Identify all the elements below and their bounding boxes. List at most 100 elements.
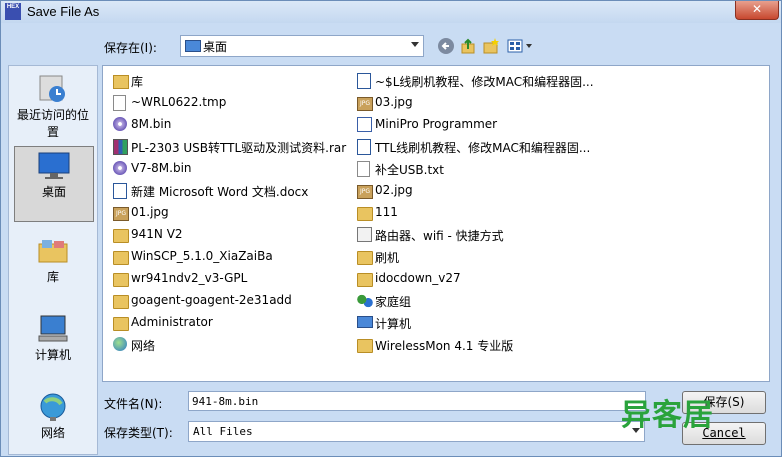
file-item[interactable]: idocdown_v27 — [357, 269, 602, 289]
library-folder-icon — [113, 75, 129, 89]
file-name: ~WRL0622.tmp — [131, 95, 227, 109]
file-item[interactable]: 新建 Microsoft Word 文档.docx — [113, 181, 358, 201]
title-bar[interactable]: HEX Save File As ✕ — [1, 1, 781, 23]
new-folder-button[interactable] — [482, 37, 500, 55]
filename-input[interactable] — [188, 391, 646, 411]
file-item[interactable]: WirelessMon 4.1 专业版 — [357, 335, 602, 355]
file-item[interactable]: 家庭组 — [357, 291, 602, 311]
jpg-icon: JPG — [357, 97, 373, 111]
file-name: TTL线刷机教程、修改MAC和编程器固... — [375, 141, 591, 155]
desktop-icon — [36, 151, 72, 181]
file-name: 网络 — [131, 339, 156, 353]
doc-icon — [357, 161, 370, 177]
file-item[interactable]: WinSCP_5.1.0_XiaZaiBa — [113, 247, 358, 267]
file-item[interactable]: PL-2303 USB转TTL驱动及测试资料.rar — [113, 137, 358, 157]
file-name: 补全USB.txt — [375, 163, 444, 177]
file-item[interactable]: ~$L线刷机教程、修改MAC和编程器固... — [357, 71, 602, 91]
place-libraries[interactable]: 库 — [14, 232, 92, 285]
file-item[interactable]: JPG 02.jpg — [357, 181, 602, 201]
disc-icon — [113, 117, 127, 131]
file-item[interactable]: JPG 03.jpg — [357, 93, 602, 113]
file-name: 路由器、wifi - 快捷方式 — [375, 229, 504, 243]
file-name: MiniPro Programmer — [375, 117, 498, 131]
watermark-logo: 异客居 — [621, 398, 714, 433]
folder-icon — [113, 251, 129, 265]
filename-label: 文件名(N): — [104, 397, 163, 411]
disc-icon — [113, 161, 127, 175]
file-name: 家庭组 — [375, 295, 412, 309]
up-folder-icon — [461, 38, 475, 54]
app-icon — [357, 117, 372, 132]
file-item[interactable]: 网络 — [113, 335, 358, 355]
file-name: 库 — [131, 75, 144, 89]
file-name: WirelessMon 4.1 专业版 — [375, 339, 514, 353]
filetype-label: 保存类型(T): — [104, 426, 173, 440]
place-computer[interactable]: 计算机 — [14, 310, 92, 363]
chevron-down-icon — [411, 42, 419, 47]
close-button[interactable]: ✕ — [735, 1, 779, 20]
network-icon — [113, 337, 127, 351]
recent-places-icon — [35, 74, 71, 104]
file-item[interactable]: JPG 01.jpg — [113, 203, 358, 223]
file-name: Administrator — [131, 315, 213, 329]
file-item[interactable]: 补全USB.txt — [357, 159, 602, 179]
file-item[interactable]: MiniPro Programmer — [357, 115, 602, 135]
file-item[interactable]: wr941ndv2_v3-GPL — [113, 269, 358, 289]
folder-icon — [357, 251, 373, 265]
save-in-value: 桌面 — [203, 40, 228, 54]
link-icon — [357, 227, 372, 242]
file-item[interactable]: 库 — [113, 71, 358, 91]
file-name: 03.jpg — [375, 95, 413, 109]
places-bar: 最近访问的位置 桌面 库 计算机 网络 — [8, 65, 98, 455]
file-item[interactable]: V7-8M.bin — [113, 159, 358, 179]
save-file-dialog: HEX Save File As ✕ 保存在(I): 桌面 最近访问的位置 桌面… — [0, 0, 782, 457]
filetype-dropdown[interactable]: All Files — [188, 421, 645, 442]
file-item[interactable]: TTL线刷机教程、修改MAC和编程器固... — [357, 137, 602, 157]
folder-icon — [113, 317, 129, 331]
file-name: ~$L线刷机教程、修改MAC和编程器固... — [375, 75, 594, 89]
file-item[interactable]: 计算机 — [357, 313, 602, 333]
file-item[interactable]: 111 — [357, 203, 602, 223]
view-menu-button[interactable] — [506, 37, 534, 55]
place-recent[interactable]: 最近访问的位置 — [14, 70, 92, 140]
file-item[interactable]: 路由器、wifi - 快捷方式 — [357, 225, 602, 245]
file-item[interactable]: ~WRL0622.tmp — [113, 93, 358, 113]
pc-icon — [357, 316, 373, 328]
file-name: 941N V2 — [131, 227, 183, 241]
new-folder-icon — [483, 38, 499, 54]
folder-icon — [113, 229, 129, 243]
file-name: V7-8M.bin — [131, 161, 192, 175]
place-network[interactable]: 网络 — [14, 388, 92, 441]
file-item[interactable]: 941N V2 — [113, 225, 358, 245]
place-label: 计算机 — [34, 348, 71, 362]
word-icon — [357, 73, 371, 89]
word-icon — [357, 139, 371, 155]
save-in-label: 保存在(I): — [104, 41, 157, 55]
up-one-level-button[interactable] — [459, 37, 477, 55]
folder-icon — [113, 273, 129, 287]
place-desktop[interactable]: 桌面 — [14, 146, 94, 222]
filetype-value: All Files — [193, 425, 253, 438]
jpg-icon: JPG — [357, 185, 373, 199]
file-item[interactable]: 8M.bin — [113, 115, 358, 135]
folder-icon — [357, 273, 373, 287]
file-name: 01.jpg — [131, 205, 169, 219]
save-in-dropdown[interactable]: 桌面 — [180, 35, 424, 57]
computer-icon — [35, 314, 71, 344]
file-name: 8M.bin — [131, 117, 172, 131]
back-button[interactable] — [437, 37, 455, 55]
word-icon — [113, 183, 127, 199]
file-name: PL-2303 USB转TTL驱动及测试资料.rar — [131, 141, 347, 155]
file-item[interactable]: goagent-goagent-2e31add — [113, 291, 358, 311]
place-label: 网络 — [40, 426, 65, 440]
doc-icon — [113, 95, 126, 111]
jpg-icon: JPG — [113, 207, 129, 221]
network-icon — [35, 392, 71, 422]
file-list[interactable]: 库 ~WRL0622.tmp 8M.bin PL-2303 USB转TTL驱动及测试资… — [102, 65, 770, 382]
file-name: WinSCP_5.1.0_XiaZaiBa — [131, 249, 273, 263]
file-item[interactable]: Administrator — [113, 313, 358, 333]
view-menu-icon — [507, 39, 532, 53]
place-label: 桌面 — [41, 185, 66, 199]
window-title: Save File As — [27, 4, 100, 19]
file-item[interactable]: 刷机 — [357, 247, 602, 267]
